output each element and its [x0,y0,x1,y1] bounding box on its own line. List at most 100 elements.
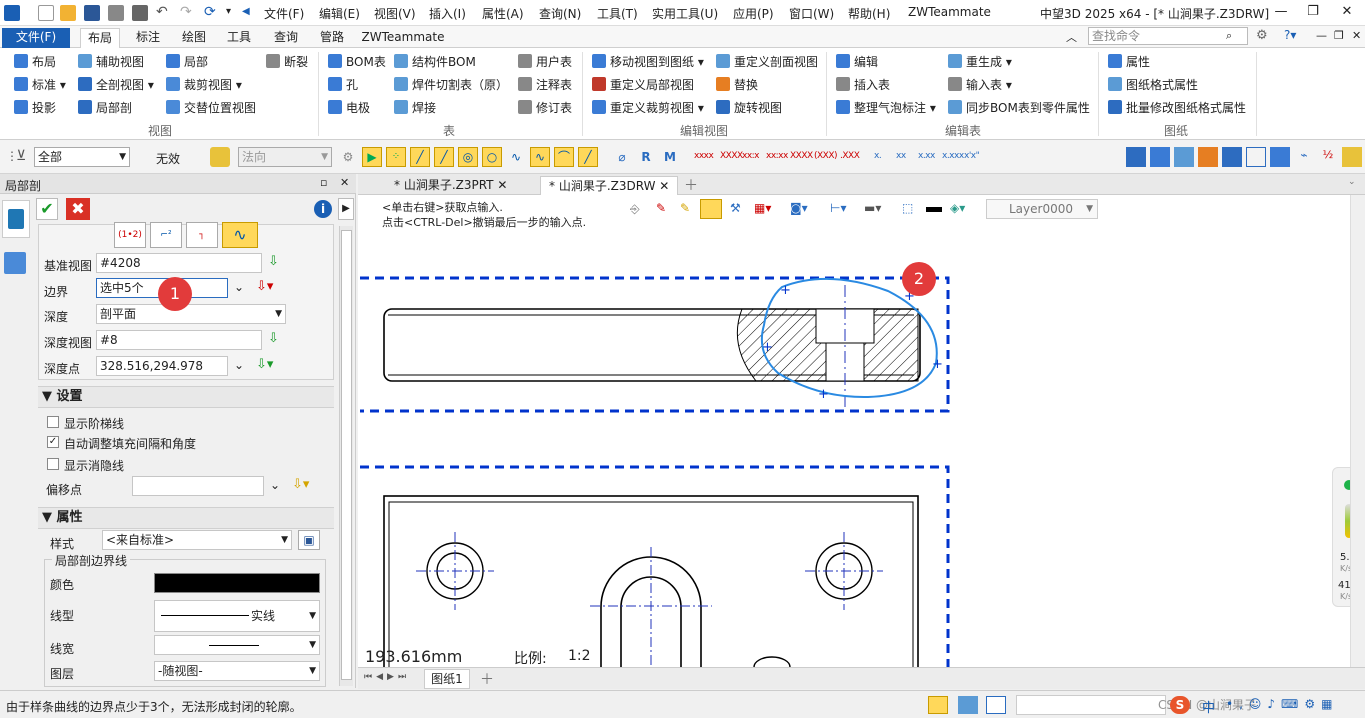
snap-mid-icon[interactable]: ╱ [434,147,454,167]
input-table-button[interactable]: 输入表 ▾ [948,76,1012,94]
precision-5-icon[interactable]: x'x" [964,151,980,161]
search-input[interactable]: 查找命令 [1088,27,1248,45]
clip-icon[interactable]: ⌁ [1294,147,1314,167]
settings-section[interactable]: ▼ 设置 [38,386,334,408]
local-section-button[interactable]: 局部剖 [78,99,132,117]
doc-minimize-icon[interactable]: — [1316,29,1327,42]
style-dropdown[interactable]: <来自标准> ▼ [102,530,292,550]
offset-point-pick-icon[interactable]: ⇩▾ [292,477,309,492]
menu-window[interactable]: 窗口(W) [789,5,834,22]
boundary-mode-2-icon[interactable]: ⌐² [150,222,182,248]
layout-button[interactable]: 布局 [14,53,56,71]
show-hidden-lines-checkbox[interactable] [47,458,59,470]
tab-query[interactable]: 查询 [266,28,306,48]
ime-language[interactable]: 中 [1202,697,1215,716]
menu-tools[interactable]: 工具(T) [597,5,638,22]
linetype-dropdown[interactable]: 实线 ▼ [154,600,320,632]
dim-style-7-icon[interactable]: .XXX [840,151,860,161]
tab-file[interactable]: 文件(F) [2,28,70,48]
normal-dropdown[interactable]: 法向 ▼ [238,147,332,167]
view-tool-4-icon[interactable] [1198,147,1218,167]
menu-insert[interactable]: 插入(I) [429,5,466,22]
status-tool-1-icon[interactable] [928,696,948,714]
view-tool-3-icon[interactable] [1174,147,1194,167]
properties-section[interactable]: ▼ 属性 [38,507,334,529]
depth-view-pick-icon[interactable]: ⇩ [268,331,279,346]
collapse-ribbon-icon[interactable]: ︿ [1066,29,1077,45]
base-view-pick-icon[interactable]: ⇩ [268,254,279,269]
menu-file[interactable]: 文件(F) [264,5,304,22]
user-table-button[interactable]: 用户表 [518,53,572,71]
sheet-format-button[interactable]: 图纸格式属性 [1108,76,1198,94]
measure-icon[interactable]: M [660,147,680,167]
projection-button[interactable]: 投影 [14,99,56,117]
menu-query[interactable]: 查询(N) [539,5,581,22]
snap-arc-icon[interactable]: ⌒ [554,147,574,167]
cancel-button[interactable]: ✖ [66,198,90,220]
structure-bom-button[interactable]: 结构件BOM [394,53,476,71]
sync-bom-button[interactable]: 同步BOM表到零件属性 [948,99,1090,117]
panel-pin-icon[interactable]: ▫ [320,176,327,189]
menu-apps[interactable]: 应用(P) [733,5,774,22]
snap-settings-icon[interactable]: ⚙ [338,147,358,167]
restore-icon[interactable]: ❐ [1302,3,1324,21]
fraction-icon[interactable]: ½ [1318,147,1338,167]
sheet-nav-icons[interactable]: ⏮◀▶⏭ [364,672,410,682]
customize-dropdown-icon[interactable]: ▾ [226,5,242,21]
tab-draw[interactable]: 绘图 [174,28,214,48]
snap-tangent-icon[interactable]: ╱ [578,147,598,167]
view-tool-7-icon[interactable] [1270,147,1290,167]
depth-point-pick-icon[interactable]: ⇩▾ [256,357,273,372]
replace-button[interactable]: 替换 [716,76,758,94]
ok-button[interactable]: ✔ [36,198,58,220]
tab-layout[interactable]: 布局 [80,28,120,48]
snap-center-icon[interactable]: ◎ [458,147,478,167]
tab-piping[interactable]: 管路 [312,28,352,48]
edit-table-button[interactable]: 编辑 [836,53,878,71]
dim-style-1-icon[interactable]: xxxx [694,151,714,161]
detail-button[interactable]: 局部 [166,53,208,71]
electrode-button[interactable]: 电极 [328,99,370,117]
filter-dropdown[interactable]: 全部 ▼ [34,147,130,167]
tab-zwteammate[interactable]: ZWTeammate [360,28,446,48]
note-table-button[interactable]: 注释表 [518,76,572,94]
menu-zwteammate[interactable]: ZWTeammate [908,5,991,19]
rotate-view-button[interactable]: 旋转视图 [716,99,782,117]
save-icon[interactable] [84,5,100,21]
status-tool-3-icon[interactable] [986,696,1006,714]
doc-close-icon[interactable]: ✕ [1352,29,1361,42]
view-tool-6-icon[interactable] [1246,147,1266,167]
snap-spline-icon[interactable]: ∿ [530,147,550,167]
redefine-section-button[interactable]: 重定义剖面视图 [716,53,818,71]
doc-tab-drawing[interactable]: * 山涧果子.Z3DRW ✕ [540,176,679,195]
menu-view[interactable]: 视图(V) [374,5,416,22]
organize-balloon-button[interactable]: 整理气泡标注 ▾ [836,99,936,117]
insert-table-button[interactable]: 插入表 [836,76,890,94]
refresh-icon[interactable]: ⟳ [204,5,220,21]
depth-point-field[interactable]: 328.516,294.978 [96,356,228,376]
dim-style-3-icon[interactable]: xx:x [742,151,760,161]
radius-icon[interactable]: R [636,147,656,167]
move-view-button[interactable]: 移动视图到图纸 ▾ [592,53,704,71]
side-tab-properties[interactable] [2,200,30,238]
precision-4-icon[interactable]: x.xxx [942,151,964,161]
ime-logo-icon[interactable]: S [1170,696,1190,714]
dim-style-6-icon[interactable]: (XXX) [814,151,838,161]
snap-circle-icon[interactable]: ○ [482,147,502,167]
boundary-pick-icon[interactable]: ⇩▾ [256,279,273,294]
minimize-icon[interactable]: — [1270,3,1292,21]
weld-cut-table-button[interactable]: 焊件切割表（原） [394,76,508,94]
ime-toolbar-icons[interactable]: •,☺♪⌨⚙▦ [1226,697,1338,711]
drawing-canvas[interactable]: <单击右键>获取点输入. 点击<CTRL-Del>撤销最后一步的输入点. ⎆ ✎… [358,195,1365,667]
redefine-crop-button[interactable]: 重定义裁剪视图 ▾ [592,99,704,117]
hole-table-button[interactable]: 孔 [328,76,358,94]
add-tab-icon[interactable]: ＋ [684,175,698,195]
snap-line-icon[interactable]: ╱ [410,147,430,167]
depth-view-field[interactable]: #8 [96,330,262,350]
break-button[interactable]: 断裂 [266,53,308,71]
tab-list-icon[interactable]: ⌄ [1348,177,1356,187]
redo-icon[interactable]: ↷ [180,5,196,21]
side-tab-views-icon[interactable] [4,252,26,274]
tab-tools[interactable]: 工具 [219,28,259,48]
menu-edit[interactable]: 编辑(E) [319,5,360,22]
